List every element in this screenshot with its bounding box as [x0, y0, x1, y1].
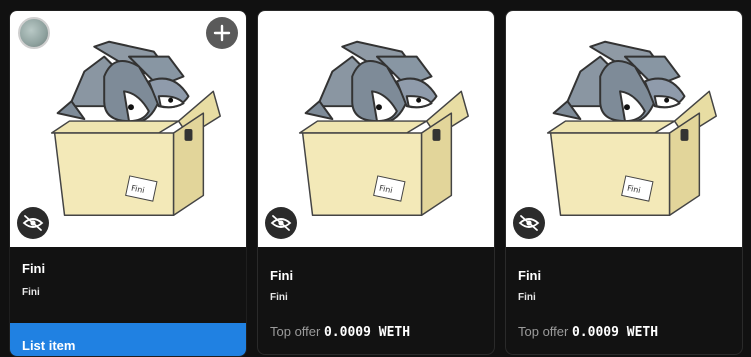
nft-card[interactable]: Fini Fini List item — [9, 10, 247, 357]
collection-name[interactable]: Fini — [22, 287, 40, 298]
avatar[interactable] — [18, 17, 50, 49]
nft-artwork — [50, 40, 222, 217]
top-offer-value: 0.0009 WETH — [323, 325, 411, 340]
hide-item-button[interactable] — [513, 207, 545, 239]
eye-slash-icon — [271, 215, 291, 231]
eye-slash-icon — [23, 215, 43, 231]
nft-image[interactable] — [258, 11, 494, 247]
nft-artwork — [546, 40, 718, 217]
nft-image[interactable] — [10, 11, 246, 247]
nft-artwork — [298, 40, 470, 217]
collection-name[interactable]: Fini — [270, 292, 288, 303]
collection-name[interactable]: Fini — [518, 292, 536, 303]
top-offer-value: 0.0009 WETH — [571, 325, 659, 340]
hide-item-button[interactable] — [17, 207, 49, 239]
nft-title: Fini — [22, 261, 46, 276]
top-offer-label: Top offer — [270, 324, 321, 339]
nft-title: Fini — [270, 268, 294, 283]
plus-icon — [213, 24, 231, 42]
nft-image[interactable] — [506, 11, 742, 247]
list-item-button[interactable]: List item — [10, 323, 246, 356]
hide-item-button[interactable] — [265, 207, 297, 239]
eye-slash-icon — [519, 215, 539, 231]
nft-card[interactable]: Fini Fini Top offer 0.0009 WETH — [257, 10, 495, 355]
add-to-cart-button[interactable] — [206, 17, 238, 49]
nft-title: Fini — [518, 268, 542, 283]
top-offer: Top offer 0.0009 WETH — [518, 324, 658, 340]
top-offer: Top offer 0.0009 WETH — [270, 324, 410, 340]
top-offer-label: Top offer — [518, 324, 569, 339]
nft-card[interactable]: Fini Fini Top offer 0.0009 WETH — [505, 10, 743, 355]
